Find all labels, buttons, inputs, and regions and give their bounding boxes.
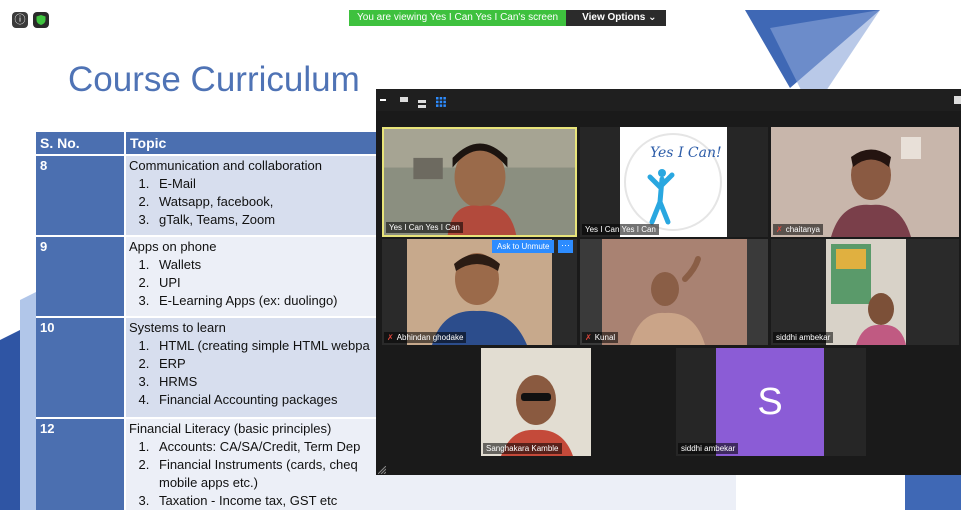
organization-logo: Yes I Can! [580,127,768,237]
video-gallery-window: Yes I Can Yes I Can Yes I Can! Yes I Can… [376,89,961,475]
participant-name-text: Kunal [594,333,616,342]
list-item: mobile apps etc.) [159,475,258,490]
slide-title: Course Curriculum [68,60,360,99]
participant-video [771,127,959,237]
row-number: 10 [36,318,124,417]
video-tile[interactable]: Sanghakara Kamble [481,348,591,456]
muted-mic-icon: ✗ [387,333,394,342]
video-tile[interactable]: ✗ Kunal [580,239,768,345]
header-sno: S. No. [36,132,124,154]
participant-name: ✗ chaitanya [773,224,823,235]
row-number: 12 [36,419,124,510]
row-number: 9 [36,237,124,316]
resize-handle-icon[interactable] [378,466,386,474]
muted-mic-icon: ✗ [776,225,783,234]
participant-video [771,239,959,345]
video-tile[interactable]: Yes I Can Yes I Can [382,127,577,237]
participant-name: siddhi ambekar [678,443,739,454]
gallery-toolbar [376,89,961,111]
participant-name: Sanghakara Kamble [483,443,562,454]
minimize-icon[interactable] [380,99,386,101]
expand-icon[interactable] [954,96,961,104]
logo-text: Yes I Can! [650,145,722,161]
video-tile[interactable]: S siddhi ambekar [676,348,866,456]
participant-name: Yes I Can Yes I Can [386,222,463,233]
participant-video [481,348,591,456]
participant-name-text: chaitanya [785,225,820,234]
list-item: Taxation - Income tax, GST etc [153,492,736,510]
single-view-icon[interactable] [400,97,408,102]
participant-name: Yes I Can Yes I Can [582,224,659,235]
participant-name: ✗ Kunal [582,332,619,343]
participant-video [382,239,577,345]
participant-video [384,129,575,235]
participant-name-text: Abhindan ghodake [396,333,464,342]
video-tile[interactable]: ✗ Abhindan ghodake [382,239,577,345]
participant-avatar: S [716,348,824,456]
ask-to-unmute-button[interactable]: Ask to Unmute [492,240,555,253]
row-number: 8 [36,156,124,235]
video-tile[interactable]: ✗ chaitanya [771,127,959,237]
participant-name: siddhi ambekar [773,332,834,343]
muted-mic-icon: ✗ [585,333,592,342]
participant-name: ✗ Abhindan ghodake [384,332,467,343]
video-tile[interactable]: siddhi ambekar [771,239,959,345]
video-tile[interactable]: Yes I Can! Yes I Can Yes I Can [580,127,768,237]
side-by-side-icon[interactable] [418,95,426,108]
gallery-view-icon[interactable] [436,94,446,107]
more-options-button[interactable]: ··· [558,240,573,253]
participant-video [580,239,768,345]
